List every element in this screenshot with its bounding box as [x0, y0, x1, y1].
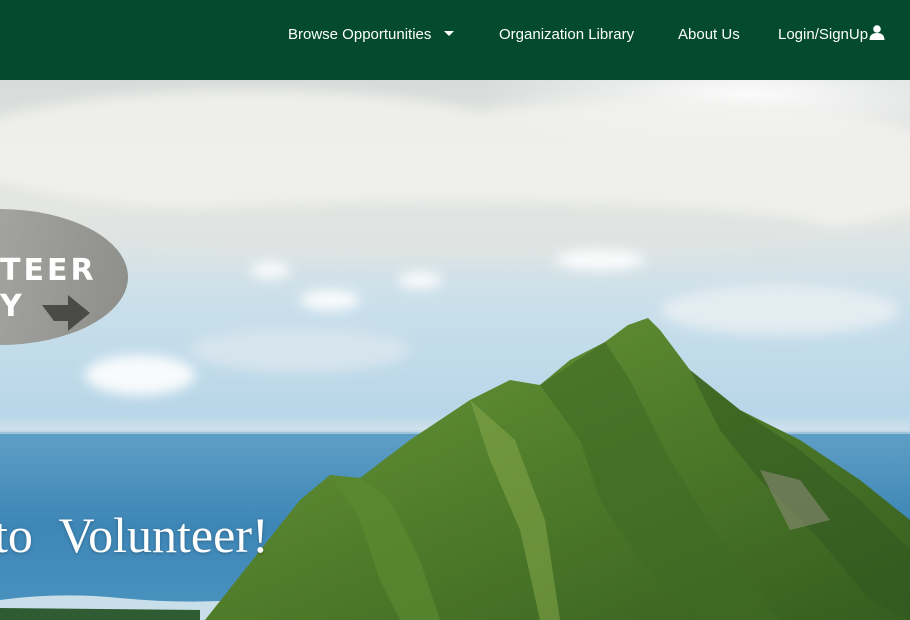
hero-headline: to Volunteer! [0, 507, 269, 563]
nav-organization-library[interactable]: Organization Library [499, 24, 634, 46]
logo-text-line2: Y [0, 289, 22, 324]
nav-browse-label: Browse Opportunities [288, 26, 432, 43]
caret-down-icon [444, 31, 455, 36]
nav-library-label: Organization Library [499, 26, 635, 43]
nav-login-label: Login/SignUp [778, 26, 869, 43]
logo-text-line1: TEER [0, 253, 97, 288]
hero-section: TEER Y to Volunteer! [0, 80, 910, 620]
arrow-icon [42, 295, 90, 331]
nav-about-us[interactable]: About Us [678, 24, 740, 46]
nav-browse-opportunities[interactable]: Browse Opportunities [288, 24, 455, 46]
nav-login-signup[interactable]: Login/SignUp [778, 24, 885, 46]
user-icon [869, 25, 885, 40]
top-navbar: Browse Opportunities Organization Librar… [0, 0, 910, 80]
nav-about-label: About Us [678, 26, 740, 43]
